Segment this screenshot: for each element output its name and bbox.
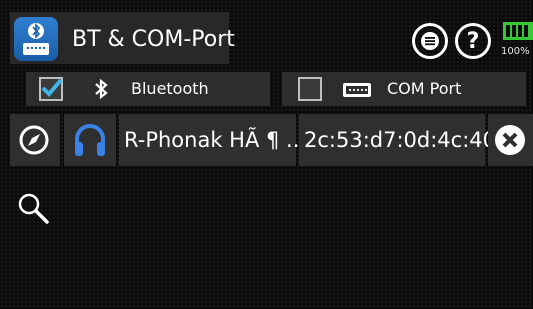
serial-port-icon [343,82,371,101]
com-port-toggle[interactable]: COM Port [282,72,526,106]
bluetooth-serial-icon [14,17,58,61]
device-select-button[interactable] [10,114,60,166]
close-icon [494,124,526,160]
device-type [64,114,116,166]
com-port-label: COM Port [387,79,462,98]
remove-device-button[interactable] [488,114,533,166]
compass-icon [18,124,50,160]
bluetooth-icon [94,78,108,103]
list-icon [421,32,439,50]
battery-level: 100% [501,46,530,57]
page-title: BT & COM-Port [72,27,235,52]
bluetooth-checkbox[interactable] [39,77,63,101]
device-name-cell[interactable]: R-Phonak HÃ ¶ .. [119,114,300,166]
device-address: 2c:53:d7:0d:4c:40 [304,128,497,152]
device-address-cell: 2c:53:d7:0d:4c:40 [299,114,496,166]
search-button[interactable] [16,191,50,229]
device-name: R-Phonak HÃ ¶ .. [124,128,300,152]
search-icon [18,193,49,224]
battery-icon [503,22,533,44]
headphones-icon [72,122,108,162]
check-icon [41,78,63,97]
list-button[interactable] [412,23,448,59]
com-port-checkbox[interactable] [298,77,322,101]
bluetooth-toggle[interactable]: Bluetooth [26,72,270,106]
help-button[interactable]: ? [455,23,491,59]
help-icon: ? [466,28,480,54]
bluetooth-label: Bluetooth [131,79,209,98]
